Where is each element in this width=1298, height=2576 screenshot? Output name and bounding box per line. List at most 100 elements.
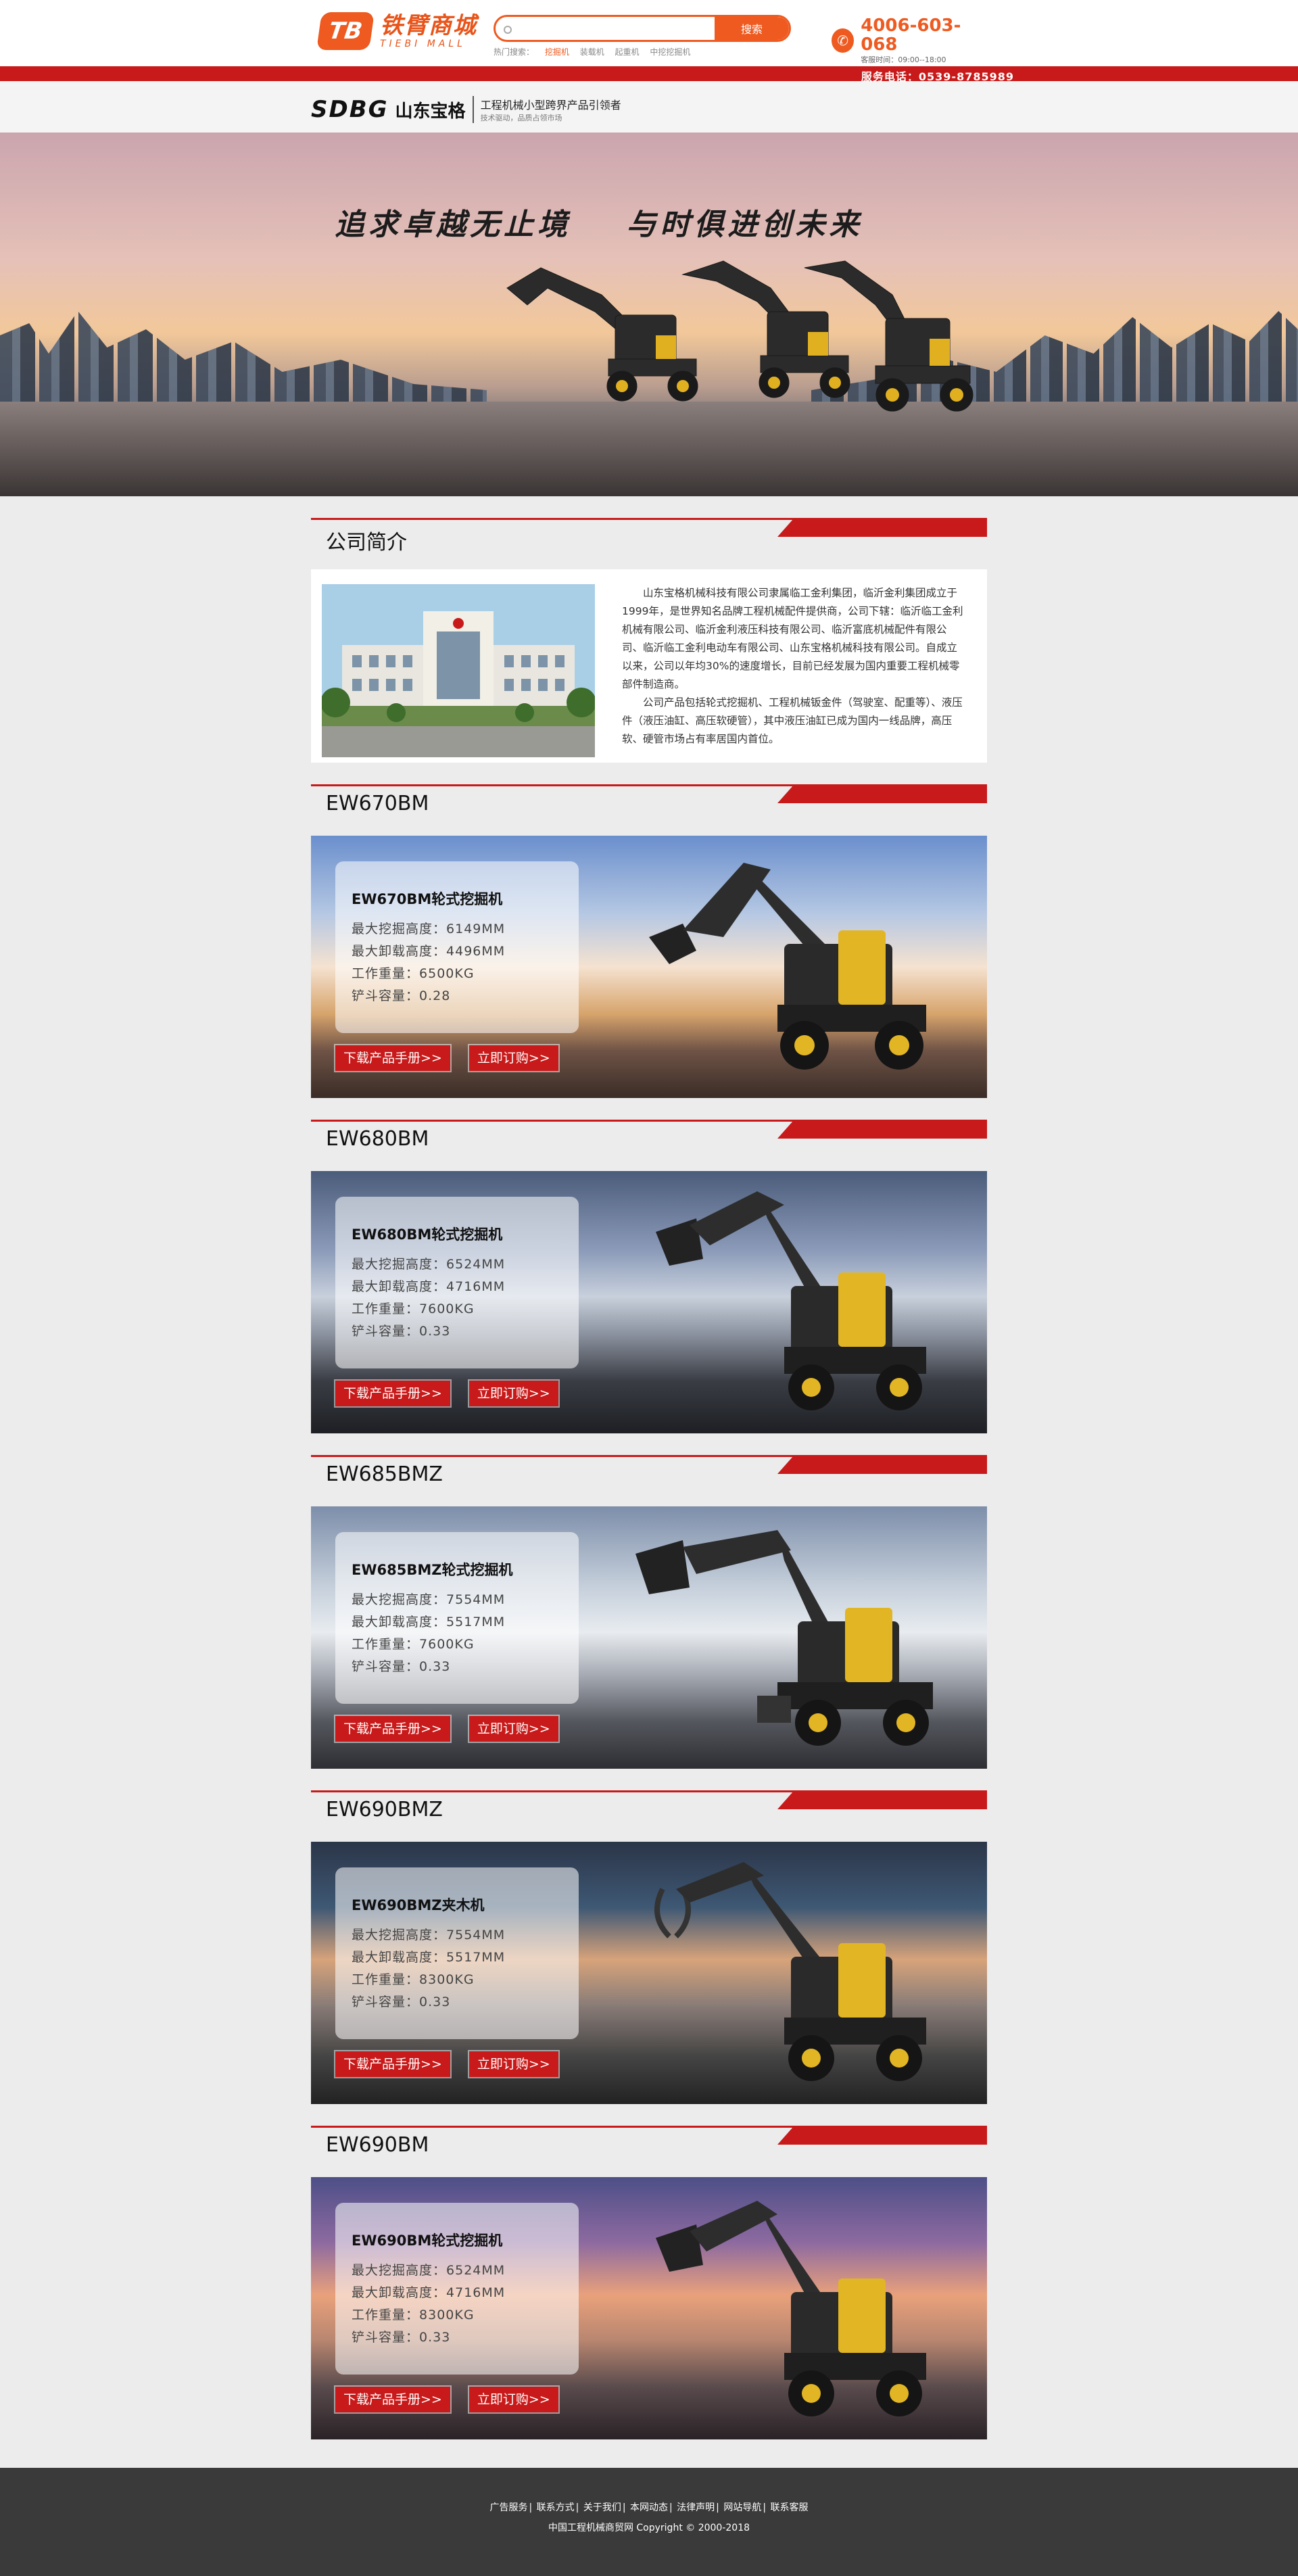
spec-bucket: 铲斗容量：0.33 (352, 1991, 562, 2013)
spec-value: 7554MM (446, 1928, 506, 1942)
product-model: EW690BM (326, 2133, 429, 2157)
spec-label: 最大挖掘高度： (352, 2263, 447, 2278)
hero-slogan-2: 与时俱进创未来 (626, 208, 863, 242)
service-phone: 服务电话：0539-8785989 (861, 70, 1014, 83)
spec-weight: 工作重量：6500KG (352, 963, 562, 985)
intro-text: 山东宝格机械科技有限公司隶属临工金利集团，临沂金利集团成立于1999年，是世界知… (622, 584, 967, 748)
excavator-image (635, 1530, 933, 1746)
product-card: EW670BM轮式挖掘机 最大挖掘高度：6149MM 最大卸载高度：4496MM… (311, 836, 987, 1098)
spec-bucket: 铲斗容量：0.33 (352, 2327, 562, 2349)
download-manual-button[interactable]: 下载产品手册>> (334, 2050, 452, 2078)
spec-label: 工作重量： (352, 1637, 420, 1652)
product-spec-card: EW690BMZ夹木机 最大挖掘高度：7554MM 最大卸载高度：5517MM … (335, 1867, 579, 2039)
spec-value: 8300KG (419, 1972, 475, 1987)
order-now-button[interactable]: 立即订购>> (467, 1379, 560, 1408)
spec-weight: 工作重量：7600KG (352, 1298, 562, 1320)
excavators-image (506, 260, 974, 412)
hot-search-label: 热门搜索： (494, 47, 535, 57)
footer-link-about[interactable]: 关于我们 (583, 2502, 621, 2513)
footer-link-legal[interactable]: 法律声明 (677, 2502, 715, 2513)
product-spec-card: EW685BMZ轮式挖掘机 最大挖掘高度：7554MM 最大卸载高度：5517M… (335, 1532, 579, 1704)
spec-label: 最大挖掘高度： (352, 922, 447, 936)
product-model: EW690BMZ (326, 1798, 443, 1821)
spec-label: 工作重量： (352, 1302, 420, 1316)
log-grapple-image (654, 1862, 926, 2081)
brand-divider (472, 96, 474, 123)
order-now-button[interactable]: 立即订购>> (467, 2050, 560, 2078)
product-model: EW680BM (326, 1127, 429, 1151)
product-spec-card: EW690BM轮式挖掘机 最大挖掘高度：6524MM 最大卸载高度：4716MM… (335, 2203, 579, 2375)
spec-label: 最大挖掘高度： (352, 1592, 447, 1607)
footer-link-contact[interactable]: 联系方式 (537, 2502, 575, 2513)
section-header-intro: 公司简介 (311, 518, 987, 554)
order-now-button[interactable]: 立即订购>> (467, 1044, 560, 1072)
spec-value: 7554MM (446, 1592, 506, 1607)
footer-link-sitemap[interactable]: 网站导航 (723, 2502, 761, 2513)
hot-search-item[interactable]: 挖掘机 (545, 47, 569, 57)
hot-search-item[interactable]: 装载机 (580, 47, 604, 57)
spec-dig-height: 最大挖掘高度：6524MM (352, 1254, 562, 1276)
footer-link-ads[interactable]: 广告服务 (489, 2502, 527, 2513)
order-now-button[interactable]: 立即订购>> (467, 2385, 560, 2414)
logo-mark: TB (316, 12, 375, 50)
spec-weight: 工作重量：8300KG (352, 1969, 562, 1991)
spec-bucket: 铲斗容量：0.33 (352, 1320, 562, 1343)
product-name: EW690BM轮式挖掘机 (352, 2233, 503, 2249)
footer-links: 广告服务 | 联系方式 | 关于我们 | 本网动态 | 法律声明 | 网站导航 | 联系客服 (489, 2502, 809, 2513)
download-manual-button[interactable]: 下载产品手册>> (334, 1044, 452, 1072)
footer-link-support[interactable]: 联系客服 (771, 2502, 809, 2513)
logo-english: TIEBI MALL (380, 39, 466, 49)
brand-logo: SDBG (311, 96, 389, 123)
hot-search-item[interactable]: 起重机 (615, 47, 640, 57)
brand-subslogan: 技术驱动，品质占领市场 (480, 114, 562, 122)
spec-value: 0.33 (419, 2330, 451, 2345)
search-button[interactable]: 搜索 (715, 17, 789, 40)
spec-value: 0.33 (419, 1659, 451, 1674)
section-header-product: EW690BMZ (311, 1790, 987, 1821)
hot-search: 热门搜索： 挖掘机 装载机 起重机 中挖挖掘机 (494, 46, 791, 57)
search-area: 搜索 热门搜索： 挖掘机 装载机 起重机 中挖挖掘机 (494, 15, 791, 57)
spec-label: 铲斗容量： (352, 1659, 420, 1674)
spec-label: 工作重量： (352, 2308, 420, 2322)
footer-link-news[interactable]: 本网动态 (630, 2502, 668, 2513)
spec-value: 4716MM (446, 2285, 506, 2300)
spec-dig-height: 最大挖掘高度：7554MM (352, 1589, 562, 1611)
brand-slogan: 工程机械小型跨界产品引领者 (480, 99, 621, 112)
search-icon (504, 26, 512, 34)
download-manual-button[interactable]: 下载产品手册>> (334, 2385, 452, 2414)
spec-dump-height: 最大卸载高度：4716MM (352, 1276, 562, 1298)
product-name: EW670BM轮式挖掘机 (352, 891, 503, 907)
spec-value: 8300KG (419, 2308, 475, 2322)
footer: 广告服务 | 联系方式 | 关于我们 | 本网动态 | 法律声明 | 网站导航 | 联系客服… (0, 2468, 1298, 2576)
product-spec-card: EW680BM轮式挖掘机 最大挖掘高度：6524MM 最大卸载高度：4716MM… (335, 1197, 579, 1368)
download-manual-button[interactable]: 下载产品手册>> (334, 1379, 452, 1408)
hot-search-item[interactable]: 中挖挖掘机 (650, 47, 690, 57)
spec-label: 最大卸载高度： (352, 944, 447, 959)
spec-bucket: 铲斗容量：0.28 (352, 985, 562, 1007)
spec-value: 5517MM (446, 1615, 506, 1629)
city-skyline-left (0, 311, 487, 408)
spec-bucket: 铲斗容量：0.33 (352, 1656, 562, 1678)
intro-paragraph: 公司产品包括轮式挖掘机、工程机械钣金件（驾驶室、配重等）、液压件（液压油缸、高压… (622, 696, 963, 745)
spec-dig-height: 最大挖掘高度：7554MM (352, 1924, 562, 1947)
company-building-image (322, 584, 595, 757)
excavator-image (656, 2201, 926, 2416)
spec-weight: 工作重量：7600KG (352, 1633, 562, 1656)
brand-bar: SDBG 山东宝格 工程机械小型跨界产品引领者 技术驱动，品质占领市场 (0, 81, 1298, 133)
product-spec-card: EW670BM轮式挖掘机 最大挖掘高度：6149MM 最大卸载高度：4496MM… (335, 861, 579, 1033)
site-logo[interactable]: TB 铁臂商城 TIEBI MALL (316, 12, 477, 50)
product-card: EW690BMZ夹木机 最大挖掘高度：7554MM 最大卸载高度：5517MM … (311, 1842, 987, 2104)
hero-slogan: 追求卓越无止境 与时俱进创未来 (335, 200, 903, 243)
search-input[interactable] (496, 17, 715, 40)
product-card: EW680BM轮式挖掘机 最大挖掘高度：6524MM 最大卸载高度：4716MM… (311, 1171, 987, 1433)
spec-label: 铲斗容量： (352, 988, 420, 1003)
spec-dig-height: 最大挖掘高度：6524MM (352, 2260, 562, 2282)
product-model: EW670BM (326, 792, 429, 815)
brand-name: 山东宝格 (395, 101, 466, 122)
spec-value: 5517MM (446, 1950, 506, 1965)
download-manual-button[interactable]: 下载产品手册>> (334, 1715, 452, 1743)
section-header-product: EW685BMZ (311, 1455, 987, 1486)
order-now-button[interactable]: 立即订购>> (467, 1715, 560, 1743)
phone-number: 4006-603-068 (861, 16, 961, 55)
spec-label: 铲斗容量： (352, 2330, 420, 2345)
